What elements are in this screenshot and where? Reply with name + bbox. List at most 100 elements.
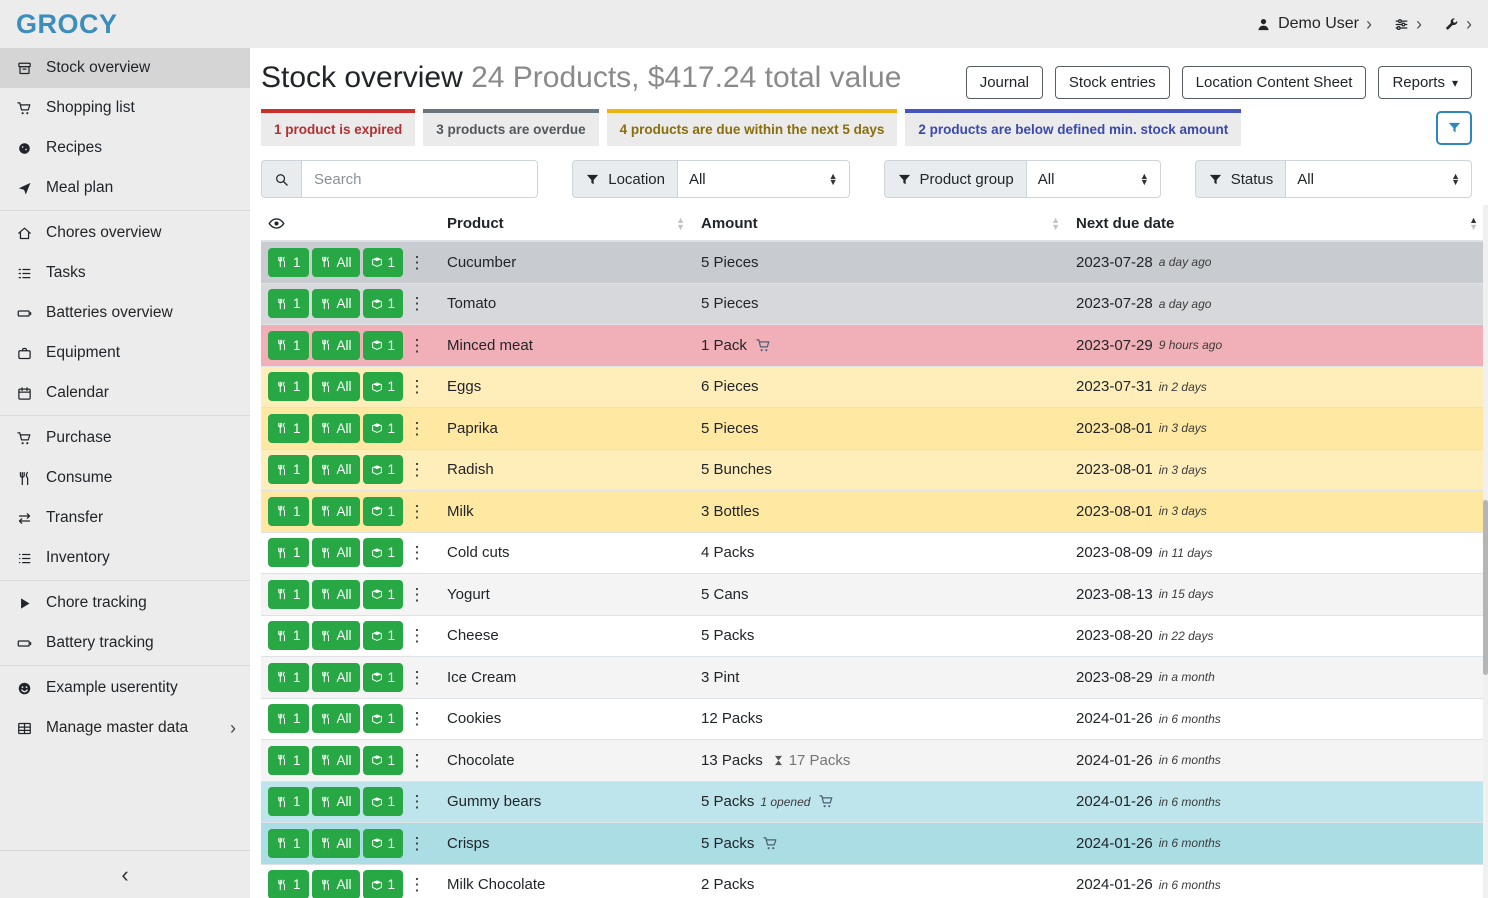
banner-below-min-stock-products[interactable]: 2 products are below defined min. stock … bbox=[905, 109, 1241, 146]
sidebar-item-chore-tracking[interactable]: Chore tracking bbox=[0, 583, 250, 623]
consume-all-button[interactable]: All bbox=[312, 372, 360, 401]
eye-icon[interactable] bbox=[268, 215, 285, 232]
consume-all-button[interactable]: All bbox=[312, 455, 360, 484]
consume-all-button[interactable]: All bbox=[312, 746, 360, 775]
open-one-button[interactable]: 1 bbox=[363, 331, 404, 360]
consume-one-button[interactable]: 1 bbox=[268, 455, 309, 484]
sidebar-collapse-button[interactable]: ‹ bbox=[0, 850, 250, 898]
consume-all-button[interactable]: All bbox=[312, 580, 360, 609]
page-scrollbar[interactable] bbox=[1483, 205, 1488, 898]
consume-one-button[interactable]: 1 bbox=[268, 414, 309, 443]
product-group-select[interactable]: All ▲▼ bbox=[1026, 160, 1161, 198]
row-menu-button[interactable]: ⋮ bbox=[406, 663, 428, 692]
sidebar-item-inventory[interactable]: Inventory bbox=[0, 538, 250, 578]
table-row[interactable]: 1 All 1 ⋮ Paprika 5 Pieces 2023-08-01 in… bbox=[261, 408, 1484, 450]
consume-one-button[interactable]: 1 bbox=[268, 663, 309, 692]
table-row[interactable]: 1 All 1 ⋮ Minced meat 1 Pack 2023-07-29 … bbox=[261, 325, 1484, 367]
row-menu-button[interactable]: ⋮ bbox=[406, 621, 428, 650]
consume-all-button[interactable]: All bbox=[312, 248, 360, 277]
table-row[interactable]: 1 All 1 ⋮ Milk 3 Bottles 2023-08-01 in 3… bbox=[261, 491, 1484, 533]
sidebar-item-recipes[interactable]: Recipes bbox=[0, 128, 250, 168]
row-menu-button[interactable]: ⋮ bbox=[406, 248, 428, 277]
table-row[interactable]: 1 All 1 ⋮ Gummy bears 5 Packs 1 opened 2… bbox=[261, 782, 1484, 824]
row-menu-button[interactable]: ⋮ bbox=[406, 580, 428, 609]
location-select[interactable]: All ▲▼ bbox=[677, 160, 850, 198]
banner-expired-products[interactable]: 1 product is expired bbox=[261, 109, 415, 146]
row-menu-button[interactable]: ⋮ bbox=[406, 372, 428, 401]
consume-all-button[interactable]: All bbox=[312, 787, 360, 816]
admin-menu[interactable]: › bbox=[1444, 15, 1472, 33]
sidebar-item-transfer[interactable]: Transfer bbox=[0, 498, 250, 538]
open-one-button[interactable]: 1 bbox=[363, 289, 404, 318]
open-one-button[interactable]: 1 bbox=[363, 580, 404, 609]
sidebar-item-example-userentity[interactable]: Example userentity bbox=[0, 668, 250, 708]
table-row[interactable]: 1 All 1 ⋮ Yogurt 5 Cans 2023-08-13 in 15… bbox=[261, 574, 1484, 616]
location-content-sheet-button[interactable]: Location Content Sheet bbox=[1182, 66, 1367, 99]
consume-all-button[interactable]: All bbox=[312, 621, 360, 650]
row-menu-button[interactable]: ⋮ bbox=[406, 455, 428, 484]
table-row[interactable]: 1 All 1 ⋮ Milk Chocolate 2 Packs 2024-01… bbox=[261, 865, 1484, 898]
open-one-button[interactable]: 1 bbox=[363, 538, 404, 567]
sidebar-item-equipment[interactable]: Equipment bbox=[0, 333, 250, 373]
consume-all-button[interactable]: All bbox=[312, 538, 360, 567]
table-row[interactable]: 1 All 1 ⋮ Cookies 12 Packs 2024-01-26 in… bbox=[261, 699, 1484, 741]
consume-one-button[interactable]: 1 bbox=[268, 621, 309, 650]
open-one-button[interactable]: 1 bbox=[363, 414, 404, 443]
row-menu-button[interactable]: ⋮ bbox=[406, 289, 428, 318]
sidebar-item-consume[interactable]: Consume bbox=[0, 458, 250, 498]
reports-dropdown-button[interactable]: Reports▾ bbox=[1378, 66, 1472, 99]
column-header-amount[interactable]: Amount ▲▼ bbox=[701, 215, 1076, 232]
scrollbar-thumb[interactable] bbox=[1483, 500, 1488, 675]
sidebar-item-shopping-list[interactable]: Shopping list bbox=[0, 88, 250, 128]
open-one-button[interactable]: 1 bbox=[363, 746, 404, 775]
consume-one-button[interactable]: 1 bbox=[268, 746, 309, 775]
table-row[interactable]: 1 All 1 ⋮ Cold cuts 4 Packs 2023-08-09 i… bbox=[261, 533, 1484, 575]
sidebar-item-stock-overview[interactable]: Stock overview bbox=[0, 48, 250, 88]
row-menu-button[interactable]: ⋮ bbox=[406, 829, 428, 858]
consume-one-button[interactable]: 1 bbox=[268, 829, 309, 858]
settings-menu[interactable]: › bbox=[1394, 15, 1422, 33]
open-one-button[interactable]: 1 bbox=[363, 455, 404, 484]
sidebar-item-batteries-overview[interactable]: Batteries overview bbox=[0, 293, 250, 333]
consume-all-button[interactable]: All bbox=[312, 289, 360, 318]
open-one-button[interactable]: 1 bbox=[363, 829, 404, 858]
table-row[interactable]: 1 All 1 ⋮ Cheese 5 Packs 2023-08-20 in 2… bbox=[261, 616, 1484, 658]
consume-one-button[interactable]: 1 bbox=[268, 289, 309, 318]
open-one-button[interactable]: 1 bbox=[363, 704, 404, 733]
open-one-button[interactable]: 1 bbox=[363, 870, 404, 898]
consume-one-button[interactable]: 1 bbox=[268, 372, 309, 401]
sidebar-item-tasks[interactable]: Tasks bbox=[0, 253, 250, 293]
table-row[interactable]: 1 All 1 ⋮ Eggs 6 Pieces 2023-07-31 in 2 … bbox=[261, 367, 1484, 409]
row-menu-button[interactable]: ⋮ bbox=[406, 497, 428, 526]
row-menu-button[interactable]: ⋮ bbox=[406, 787, 428, 816]
consume-all-button[interactable]: All bbox=[312, 829, 360, 858]
consume-one-button[interactable]: 1 bbox=[268, 704, 309, 733]
consume-one-button[interactable]: 1 bbox=[268, 580, 309, 609]
consume-one-button[interactable]: 1 bbox=[268, 538, 309, 567]
row-menu-button[interactable]: ⋮ bbox=[406, 870, 428, 898]
journal-button[interactable]: Journal bbox=[966, 66, 1043, 99]
status-select[interactable]: All ▲▼ bbox=[1285, 160, 1472, 198]
banner-due-soon-products[interactable]: 4 products are due within the next 5 day… bbox=[607, 109, 898, 146]
consume-one-button[interactable]: 1 bbox=[268, 787, 309, 816]
open-one-button[interactable]: 1 bbox=[363, 663, 404, 692]
grocy-logo[interactable]: GROCY bbox=[16, 9, 118, 40]
consume-one-button[interactable]: 1 bbox=[268, 870, 309, 898]
open-one-button[interactable]: 1 bbox=[363, 787, 404, 816]
sidebar-item-battery-tracking[interactable]: Battery tracking bbox=[0, 623, 250, 663]
row-menu-button[interactable]: ⋮ bbox=[406, 704, 428, 733]
table-row[interactable]: 1 All 1 ⋮ Radish 5 Bunches 2023-08-01 in… bbox=[261, 450, 1484, 492]
user-menu[interactable]: Demo User › bbox=[1256, 15, 1372, 33]
table-row[interactable]: 1 All 1 ⋮ Cucumber 5 Pieces 2023-07-28 a… bbox=[261, 242, 1484, 284]
consume-one-button[interactable]: 1 bbox=[268, 248, 309, 277]
open-one-button[interactable]: 1 bbox=[363, 497, 404, 526]
open-one-button[interactable]: 1 bbox=[363, 372, 404, 401]
open-one-button[interactable]: 1 bbox=[363, 621, 404, 650]
table-row[interactable]: 1 All 1 ⋮ Tomato 5 Pieces 2023-07-28 a d… bbox=[261, 284, 1484, 326]
sidebar-item-manage-master-data[interactable]: Manage master data › bbox=[0, 708, 250, 748]
stock-entries-button[interactable]: Stock entries bbox=[1055, 66, 1170, 99]
consume-one-button[interactable]: 1 bbox=[268, 331, 309, 360]
sidebar-item-meal-plan[interactable]: Meal plan bbox=[0, 168, 250, 208]
consume-all-button[interactable]: All bbox=[312, 870, 360, 898]
sidebar-item-calendar[interactable]: Calendar bbox=[0, 373, 250, 413]
